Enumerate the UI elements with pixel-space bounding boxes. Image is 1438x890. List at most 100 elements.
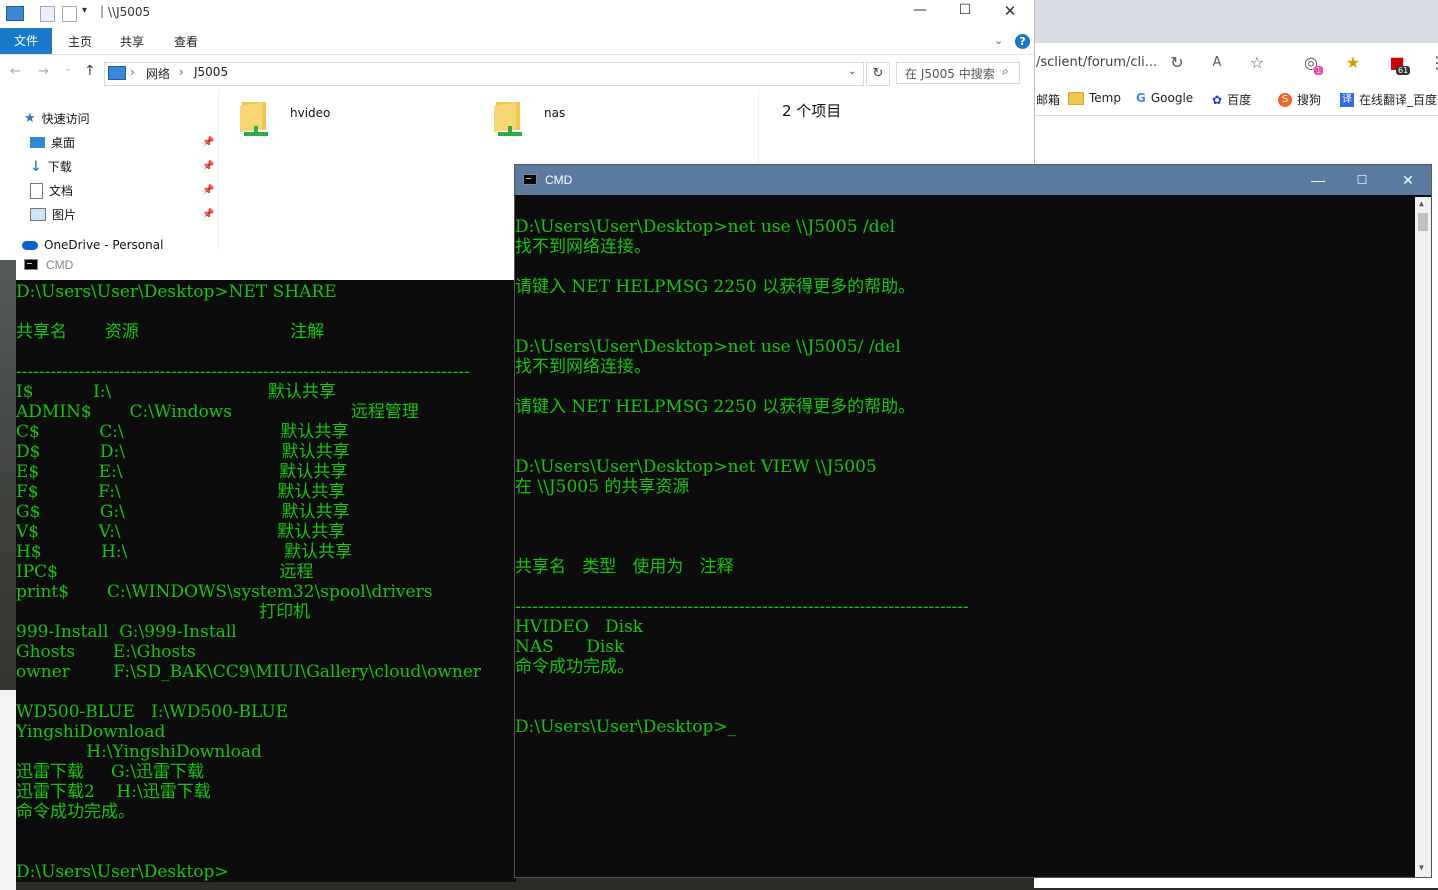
console-line: 命令成功完成。: [515, 657, 634, 677]
maximize-button[interactable]: ☐: [1339, 165, 1385, 195]
folder-hvideo[interactable]: [238, 98, 272, 142]
close-button[interactable]: ✕: [1385, 165, 1431, 195]
console-line: 迅雷下载 G:\迅雷下载: [16, 762, 205, 782]
bookmark-mail[interactable]: 邮箱: [1036, 91, 1060, 108]
console-line: ----------------------------------------…: [515, 597, 969, 617]
console-output: D:\Users\User\Desktop>net use \\J5005 /d…: [515, 197, 1413, 877]
folder-icon: [1068, 91, 1084, 105]
console-line: D:\Users\User\Desktop>net use \\J5005/ /…: [515, 337, 901, 357]
console-line: D:\Users\User\Desktop>NET SHARE: [16, 282, 337, 302]
ribbon-expand-icon[interactable]: ⌄: [994, 34, 1003, 47]
console-line: I$ I:\ 默认共享: [16, 382, 336, 402]
console-line: 命令成功完成。: [16, 802, 135, 822]
console-output: D:\Users\User\Desktop>NET SHARE 共享名 资源 注解…: [16, 282, 516, 882]
close-button[interactable]: ✕: [990, 2, 1030, 24]
cmd-window-right[interactable]: CMD — ☐ ✕ D:\Users\User\Desktop>net use …: [514, 164, 1432, 878]
sidebar-label: 快速访问: [41, 112, 90, 126]
console-line: IPC$ 远程: [16, 562, 314, 582]
sidebar-item-downloads[interactable]: ↓ 下载: [30, 158, 72, 175]
forward-arrow-icon[interactable]: →: [38, 64, 49, 79]
star-icon: ★: [24, 111, 36, 126]
folder-label[interactable]: nas: [544, 106, 565, 120]
sogou-icon: S: [1278, 92, 1292, 107]
browser-tabstrip: [1034, 0, 1438, 43]
scroll-up-icon[interactable]: ▲: [1419, 199, 1424, 208]
help-icon[interactable]: ?: [1015, 34, 1030, 49]
recent-dropdown-icon[interactable]: ⌄: [64, 64, 72, 74]
sidebar-quick-access[interactable]: ★ 快速访问: [24, 110, 90, 127]
tab-home[interactable]: 主页: [68, 33, 92, 50]
title-separator: |: [100, 4, 105, 18]
back-arrow-icon[interactable]: ←: [10, 64, 21, 79]
cmd-titlebar[interactable]: CMD — ☐ ✕: [515, 165, 1431, 195]
sidebar-item-desktop[interactable]: 桌面: [30, 134, 75, 151]
extension-icon-2[interactable]: ★: [1342, 52, 1364, 74]
computer-icon: [6, 6, 24, 21]
minimize-button[interactable]: —: [1295, 165, 1341, 195]
folder-label[interactable]: hvideo: [290, 106, 330, 120]
pin-icon[interactable]: 📌: [202, 209, 214, 220]
console-line: 在 \\J5005 的共享资源: [515, 477, 690, 497]
scroll-down-icon[interactable]: ▼: [1419, 863, 1424, 872]
download-arrow-icon: ↓: [30, 158, 42, 175]
bookmark-baidu[interactable]: ✿ 百度: [1212, 91, 1251, 108]
folder-nas[interactable]: [492, 98, 526, 142]
console-line: H$ H:\ 默认共享: [16, 542, 353, 562]
tab-file[interactable]: 文件: [0, 28, 52, 54]
sidebar-item-pictures[interactable]: 图片: [30, 206, 76, 223]
breadcrumb-j5005[interactable]: J5005: [194, 65, 228, 79]
bookmark-translate[interactable]: 译在线翻译_百度: [1340, 91, 1437, 108]
console-line: 共享名 资源 注解: [16, 322, 325, 342]
scrollbar[interactable]: ▲ ▼: [1415, 197, 1431, 877]
maximize-button[interactable]: ☐: [945, 2, 985, 24]
read-aloud-icon[interactable]: A: [1206, 52, 1228, 74]
cmd-window-left[interactable]: CMD D:\Users\User\Desktop>NET SHARE 共享名 资…: [16, 250, 516, 882]
more-icon[interactable]: ⋮: [1426, 52, 1438, 74]
address-dropdown-icon[interactable]: ⌄: [848, 66, 856, 77]
console-line: 找不到网络连接。: [515, 237, 651, 257]
console-line: V$ V:\ 默认共享: [16, 522, 346, 542]
sidebar-label: 桌面: [51, 136, 76, 150]
bookmark-temp[interactable]: Temp: [1068, 91, 1121, 105]
quick-access-dropdown-icon[interactable]: ▾: [82, 5, 87, 16]
cloud-icon: [22, 240, 38, 250]
network-folder-icon: [494, 102, 522, 136]
new-folder-icon[interactable]: [62, 6, 77, 22]
desktop-icon: [30, 137, 45, 148]
search-icon: ⌕: [1002, 64, 1009, 78]
network-folder-icon: [240, 102, 268, 136]
tab-view[interactable]: 查看: [174, 33, 198, 50]
bookmark-label: 百度: [1227, 93, 1252, 107]
console-line: NAS Disk: [515, 637, 625, 657]
tab-share[interactable]: 共享: [120, 33, 144, 50]
console-line: C$ C:\ 默认共享: [16, 422, 349, 442]
bookmark-google[interactable]: G Google: [1136, 91, 1193, 105]
console-line: D$ D:\ 默认共享: [16, 442, 350, 462]
console-line: 迅雷下载2 H:\迅雷下载: [16, 782, 211, 802]
breadcrumb-separator-icon: ›: [179, 65, 184, 79]
bookmark-label: 邮箱: [1036, 93, 1061, 107]
minimize-button[interactable]: —: [900, 2, 940, 24]
console-line: ADMIN$ C:\Windows 远程管理: [16, 402, 419, 422]
breadcrumb-network[interactable]: 网络: [146, 65, 170, 82]
console-line: 请键入 NET HELPMSG 2250 以获得更多的帮助。: [515, 277, 916, 297]
window-title: \\J5005: [108, 5, 151, 19]
pin-icon[interactable]: 📌: [202, 161, 214, 172]
pin-icon[interactable]: 📌: [202, 185, 214, 196]
scroll-thumb[interactable]: [1418, 213, 1428, 231]
console-line: 打印机: [16, 602, 311, 622]
favorite-star-icon[interactable]: ☆: [1246, 52, 1268, 74]
item-count: 2 个项目: [782, 102, 842, 120]
url-text[interactable]: /sclient/forum/cli...: [1036, 55, 1157, 70]
console-line: 共享名 类型 使用为 注释: [515, 557, 734, 577]
up-arrow-icon[interactable]: ↑: [84, 63, 96, 79]
console-line: 999-Install G:\999-Install: [16, 622, 237, 642]
cmd-titlebar[interactable]: CMD: [16, 250, 516, 280]
pin-icon[interactable]: 📌: [202, 137, 214, 148]
bookmark-sogou[interactable]: S 搜狗: [1278, 91, 1321, 108]
sidebar-item-documents[interactable]: 文档: [30, 182, 73, 199]
refresh-icon[interactable]: ↻: [866, 62, 890, 86]
properties-icon[interactable]: [40, 6, 55, 22]
sidebar-label: 图片: [52, 208, 77, 222]
refresh-icon[interactable]: ↻: [1166, 52, 1188, 74]
